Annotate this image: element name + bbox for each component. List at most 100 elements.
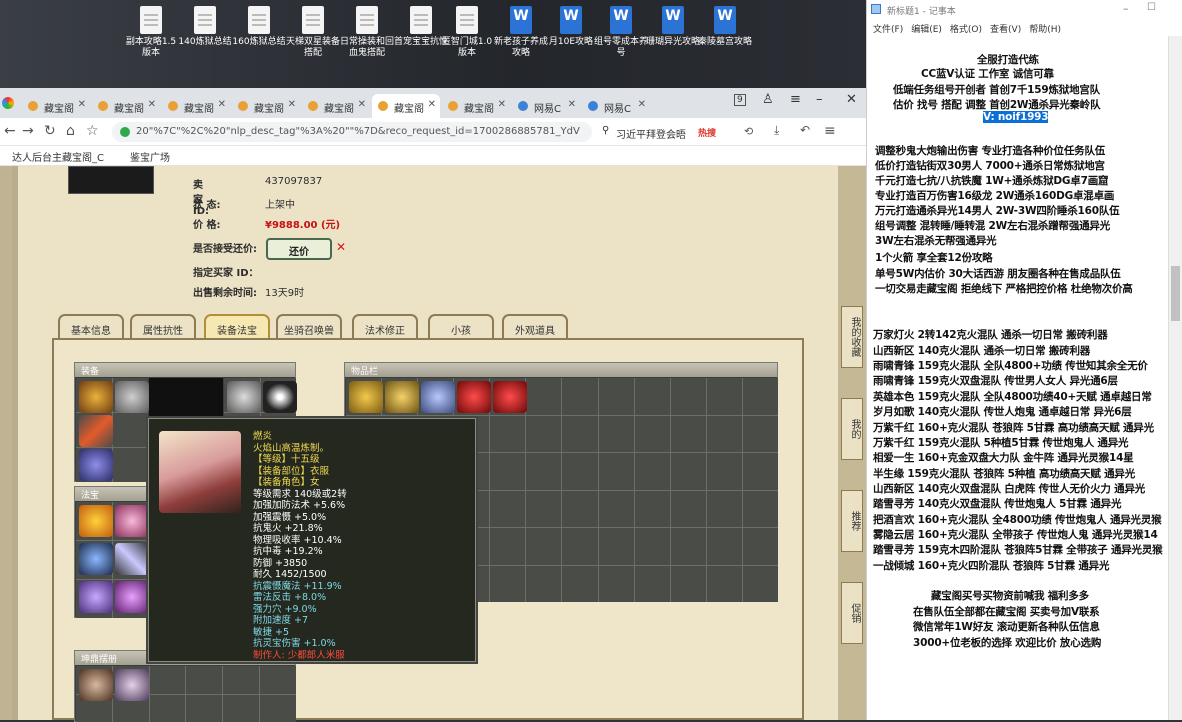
side-button[interactable]: 推荐 <box>841 490 863 552</box>
inventory-slot[interactable] <box>598 490 634 527</box>
inventory-slot[interactable] <box>634 565 670 602</box>
desktop-icon[interactable]: 组号零成本养号 <box>594 4 648 59</box>
tab-close-icon[interactable]: ✕ <box>638 99 646 110</box>
inventory-slot[interactable] <box>670 565 706 602</box>
tab-close-icon[interactable]: ✕ <box>358 99 366 110</box>
equip-item-orb[interactable] <box>79 449 113 481</box>
treasure-item-eye[interactable] <box>79 543 113 575</box>
reload-icon[interactable]: ↻ <box>44 123 56 139</box>
tab-close-icon[interactable]: ✕ <box>288 99 296 110</box>
browser-tab[interactable]: 藏宝阁 ✕ <box>92 94 160 118</box>
side-button[interactable]: 我的 <box>841 398 863 460</box>
desktop-icon[interactable]: 新老孩子养成攻略 <box>494 4 548 59</box>
tab-close-icon[interactable]: ✕ <box>498 99 506 110</box>
browser-tab[interactable]: 网易C ✕ <box>582 94 650 118</box>
inventory-slot[interactable] <box>526 378 562 415</box>
browser-tab[interactable]: 藏宝阁 ✕ <box>442 94 510 118</box>
minimize-icon[interactable]: – <box>816 92 823 107</box>
inventory-slot[interactable] <box>670 528 706 565</box>
inventory-slot[interactable] <box>526 528 562 565</box>
inventory-slot[interactable] <box>634 415 670 452</box>
treasure-item-ring[interactable] <box>115 581 149 613</box>
inventory-slot[interactable] <box>562 490 598 527</box>
minimize-icon[interactable]: – <box>1123 2 1129 15</box>
tab-1[interactable]: 属性抗性 <box>130 314 196 338</box>
inventory-slot[interactable] <box>742 453 778 490</box>
browser-tab[interactable]: 藏宝阁 ✕ <box>302 94 370 118</box>
jewel-item-figure[interactable] <box>79 669 113 701</box>
notepad-menu-item[interactable]: 编辑(E) <box>911 25 942 35</box>
tab-count[interactable]: 9 <box>734 94 746 106</box>
menu-icon[interactable]: ≡ <box>790 92 801 107</box>
inventory-slot[interactable] <box>706 453 742 490</box>
inventory-slot[interactable] <box>490 415 526 452</box>
treasure-item-fire[interactable] <box>79 505 113 537</box>
notepad-menu-item[interactable]: 帮助(H) <box>1029 25 1061 35</box>
desktop-icon[interactable]: 匿智门城1.0版本 <box>440 4 494 59</box>
tab-6[interactable]: 外观道具 <box>502 314 568 338</box>
browser-tab[interactable]: 藏宝阁 ✕ <box>232 94 300 118</box>
inventory-slot[interactable] <box>742 528 778 565</box>
browser-tab[interactable]: 网易C ✕ <box>512 94 580 118</box>
close-icon[interactable]: ✕ <box>846 92 857 107</box>
tab-close-icon[interactable]: ✕ <box>148 99 156 110</box>
tab-close-icon[interactable]: ✕ <box>428 99 436 110</box>
tab-4[interactable]: 法术修正 <box>352 314 418 338</box>
browser-tab[interactable]: 藏宝阁 ✕ <box>22 94 90 118</box>
tab-close-icon[interactable]: ✕ <box>218 99 226 110</box>
tab-2[interactable]: 装备法宝 <box>204 314 270 338</box>
browser-logo-icon[interactable] <box>2 97 14 109</box>
more-menu-icon[interactable]: ≡ <box>824 123 836 139</box>
back-icon[interactable]: ← <box>4 123 16 139</box>
desktop-icon[interactable]: 日常操装和回血鬼搭配 <box>340 4 394 59</box>
tab-close-icon[interactable]: ✕ <box>568 99 576 110</box>
inventory-slot[interactable] <box>562 565 598 602</box>
inventory-slot[interactable] <box>526 490 562 527</box>
inventory-item-red-gem[interactable] <box>493 381 527 413</box>
equip-item-sword[interactable] <box>79 415 113 447</box>
download-icon[interactable]: ⤓ <box>774 123 779 138</box>
inventory-slot[interactable] <box>706 565 742 602</box>
treasure-item-scroll[interactable] <box>79 581 113 613</box>
desktop-icon[interactable]: 140炼狱总结 <box>178 4 232 48</box>
desktop-icon[interactable]: 副本攻略1.5版本 <box>124 4 178 59</box>
inventory-slot[interactable] <box>562 415 598 452</box>
hot-search-badge[interactable]: 热搜 <box>698 126 716 139</box>
bookmark-item[interactable]: 达人后台主 <box>12 149 62 164</box>
maximize-icon[interactable]: ☐ <box>1147 2 1156 13</box>
tab-0[interactable]: 基本信息 <box>58 314 124 338</box>
inventory-slot[interactable] <box>706 378 742 415</box>
inventory-slot[interactable] <box>634 378 670 415</box>
inventory-slot[interactable] <box>706 528 742 565</box>
inventory-slot[interactable] <box>670 378 706 415</box>
jewel-item-figure[interactable] <box>115 669 149 701</box>
bargain-button[interactable]: 还价 <box>266 238 332 260</box>
inventory-slot[interactable] <box>634 528 670 565</box>
tab-close-icon[interactable]: ✕ <box>78 99 86 110</box>
notepad-menu-item[interactable]: 文件(F) <box>873 25 903 35</box>
inventory-slot[interactable] <box>634 490 670 527</box>
inventory-slot[interactable] <box>490 528 526 565</box>
browser-tab[interactable]: 藏宝阁 ✕ <box>162 94 230 118</box>
bookmark-item[interactable]: 鉴宝广场 <box>130 149 170 164</box>
browser-tab[interactable]: 藏宝阁 ✕ <box>372 94 440 118</box>
inventory-slot[interactable] <box>598 415 634 452</box>
equip-item-light[interactable] <box>263 381 297 413</box>
inventory-slot[interactable] <box>598 453 634 490</box>
inventory-slot[interactable] <box>670 415 706 452</box>
inventory-item-shoe[interactable] <box>421 381 455 413</box>
inventory-slot[interactable] <box>742 415 778 452</box>
inventory-item-red-gem[interactable] <box>457 381 491 413</box>
forward-icon[interactable]: → <box>22 123 34 139</box>
inventory-slot[interactable] <box>670 453 706 490</box>
inventory-slot[interactable] <box>598 378 634 415</box>
inventory-slot[interactable] <box>490 453 526 490</box>
notepad-menu-item[interactable]: 查看(V) <box>990 25 1021 35</box>
inventory-slot[interactable] <box>562 528 598 565</box>
desktop-icon[interactable]: 天梯双星装备搭配 <box>286 4 340 59</box>
inventory-slot[interactable] <box>742 565 778 602</box>
bargain-close-icon[interactable]: ✕ <box>336 240 346 254</box>
inventory-slot[interactable] <box>706 490 742 527</box>
inventory-slot[interactable] <box>742 490 778 527</box>
equip-item-helmet[interactable] <box>115 381 149 413</box>
